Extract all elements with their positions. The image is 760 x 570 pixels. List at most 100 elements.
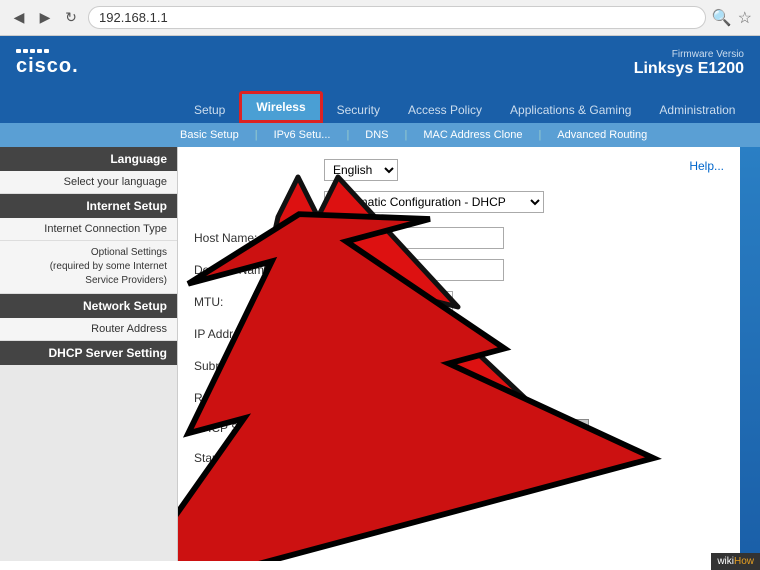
header-right: Firmware Versio Linksys E1200 <box>634 49 744 78</box>
browser-toolbar: ◀ ▶ ↻ 192.168.1.1 🔍 ☆ <box>0 0 760 35</box>
subnav-sep: | <box>538 129 541 141</box>
tab-apps-gaming[interactable]: Applications & Gaming <box>496 97 645 123</box>
domain-name-row: Domain Name: <box>194 259 724 281</box>
mtu-size-input[interactable] <box>423 291 453 313</box>
dhcp-disabled-label: Disabled <box>418 421 465 435</box>
start-ip-sep-2: . <box>406 450 410 466</box>
sidebar-section-dhcp: DHCP Server Setting <box>0 341 177 365</box>
ip-address-label: IP Address: <box>194 327 324 341</box>
start-ip-octet-3[interactable] <box>412 447 448 469</box>
dhcp-enabled-label: Enabled <box>345 421 389 435</box>
start-ip-octet-1[interactable] <box>324 447 360 469</box>
main-content: Language Select your language Internet S… <box>0 147 760 561</box>
tab-wireless[interactable]: Wireless <box>239 91 322 123</box>
domain-name-label: Domain Name: <box>194 263 324 277</box>
dhcp-reservation-button[interactable]: DHCP Reservation <box>479 419 590 437</box>
router-model: Linksys E1200 <box>634 60 744 78</box>
wikihow-how: How <box>734 556 754 567</box>
subnet-mask-label: Subnet Mask: <box>194 359 324 373</box>
router-name-label: Router Name : <box>194 391 324 405</box>
router-model-text: Linksys E1200 <box>634 60 744 77</box>
toolbar-icons: 🔍 ☆ <box>712 8 752 28</box>
subnet-mask-row: Subnet Mask: 255.255.255.0 255.255.254.0 <box>194 355 724 377</box>
dhcp-radio-group: Enabled Disabled DHCP Reservation <box>324 419 589 437</box>
back-button[interactable]: ◀ <box>8 7 30 29</box>
dhcp-disabled-radio[interactable] <box>397 422 410 435</box>
wikihow-badge: wikiHow <box>711 553 760 570</box>
cisco-brand-text: cisco. <box>16 55 79 78</box>
host-name-row: Host Name: <box>194 227 724 249</box>
tab-security[interactable]: Security <box>323 97 394 123</box>
subnav-ipv6[interactable]: IPv6 Setu... <box>274 129 331 141</box>
browser-chrome: ◀ ▶ ↻ 192.168.1.1 🔍 ☆ <box>0 0 760 36</box>
subnav-basic-setup[interactable]: Basic Setup <box>180 129 239 141</box>
start-ip-group: . . . <box>324 447 492 469</box>
ip-octet-3[interactable] <box>412 323 448 345</box>
subnav-mac-clone[interactable]: MAC Address Clone <box>423 129 522 141</box>
cisco-dot <box>16 49 21 53</box>
start-ip-octet-2[interactable] <box>368 447 404 469</box>
mtu-label: MTU: <box>194 295 324 309</box>
subnav-dns[interactable]: DNS <box>365 129 388 141</box>
start-ip-row: Start IP Address: . . . <box>194 447 724 469</box>
sidebar-section-internet: Internet Setup <box>0 194 177 218</box>
cisco-dots <box>16 49 49 53</box>
language-select[interactable]: English French Spanish <box>324 159 398 181</box>
mtu-row: MTU: Auto Manual Size: <box>194 291 724 313</box>
sidebar-item-language: Select your language <box>0 171 177 194</box>
search-icon[interactable]: 🔍 <box>712 8 732 28</box>
help-link[interactable]: Help... <box>689 159 724 173</box>
ip-address-row: IP Address: . . <box>194 323 724 345</box>
start-ip-sep-3: . <box>450 450 454 466</box>
sub-nav: Basic Setup | IPv6 Setu... | DNS | MAC A… <box>0 123 760 147</box>
sidebar-section-network: Network Setup <box>0 294 177 318</box>
ip-address-group: . . <box>324 323 448 345</box>
address-bar[interactable]: 192.168.1.1 <box>88 6 706 29</box>
cisco-dot <box>30 49 35 53</box>
tab-status[interactable]: Stat <box>749 97 760 123</box>
tab-setup[interactable]: Setup <box>180 97 239 123</box>
connection-type-select[interactable]: Automatic Configuration - DHCP Static IP… <box>324 191 544 213</box>
nav-tabs-bar: Setup Wireless Security Access Policy Ap… <box>0 91 760 123</box>
sidebar-item-connection-type: Internet Connection Type <box>0 218 177 241</box>
sidebar-item-router-address: Router Address <box>0 318 177 341</box>
subnav-sep: | <box>405 129 408 141</box>
ip-sep-1: . <box>362 326 366 342</box>
subnav-advanced-routing[interactable]: Advanced Routing <box>557 129 647 141</box>
nav-buttons: ◀ ▶ ↻ <box>8 7 82 29</box>
sidebar-section-language: Language <box>0 147 177 171</box>
cisco-dot <box>37 49 42 53</box>
cisco-dot <box>23 49 28 53</box>
router-name-input[interactable] <box>324 387 504 409</box>
ip-octet-1[interactable] <box>324 323 360 345</box>
subnet-mask-select[interactable]: 255.255.255.0 255.255.254.0 <box>324 355 464 377</box>
firmware-label: Firmware Versio <box>634 49 744 60</box>
language-row: English French Spanish <box>194 159 724 181</box>
tab-administration[interactable]: Administration <box>645 97 749 123</box>
ip-octet-2[interactable] <box>368 323 404 345</box>
router-name-row: Router Name : <box>194 387 724 409</box>
host-name-label: Host Name: <box>194 231 324 245</box>
mtu-size-label: Size: <box>392 295 419 309</box>
dhcp-enabled-radio[interactable] <box>324 422 337 435</box>
start-ip-octet-4[interactable] <box>456 447 492 469</box>
router-ui: cisco. Firmware Versio Linksys E1200 Set… <box>0 36 760 561</box>
cisco-dot <box>44 49 49 53</box>
reload-button[interactable]: ↻ <box>60 7 82 29</box>
dhcp-server-row: DHCP Server: Enabled Disabled DHCP Reser… <box>194 419 724 437</box>
cisco-logo: cisco. <box>16 49 79 78</box>
dhcp-server-label: DHCP Server: <box>194 421 324 435</box>
star-icon[interactable]: ☆ <box>738 8 752 28</box>
sidebar-item-optional-settings: Optional Settings(required by some Inter… <box>0 241 177 294</box>
router-header: cisco. Firmware Versio Linksys E1200 <box>0 36 760 91</box>
forward-button[interactable]: ▶ <box>34 7 56 29</box>
domain-name-input[interactable] <box>324 259 504 281</box>
right-panel <box>740 147 760 561</box>
subnav-sep: | <box>255 129 258 141</box>
mtu-select[interactable]: Auto Manual <box>324 291 384 313</box>
start-ip-sep-1: . <box>362 450 366 466</box>
tab-access-policy[interactable]: Access Policy <box>394 97 496 123</box>
connection-type-row: Automatic Configuration - DHCP Static IP… <box>194 191 724 213</box>
host-name-input[interactable] <box>324 227 504 249</box>
address-text: 192.168.1.1 <box>99 10 695 25</box>
